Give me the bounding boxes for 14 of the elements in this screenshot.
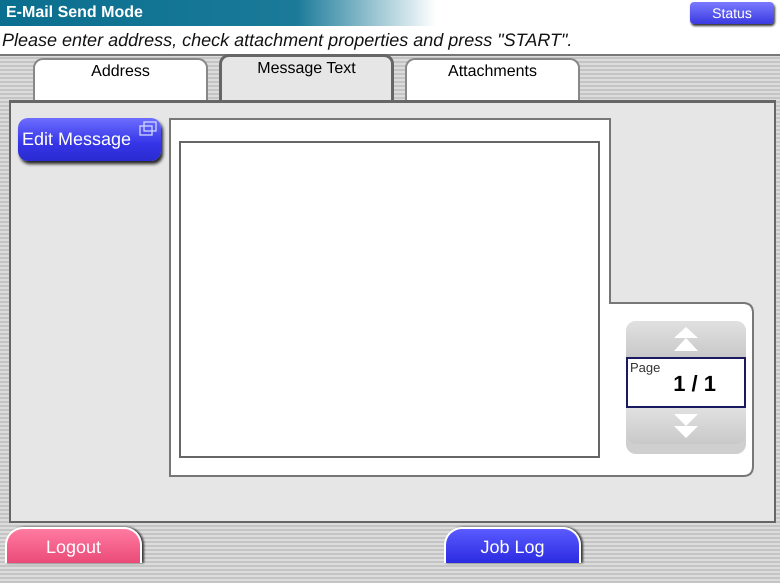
double-up-arrow-icon [673, 326, 699, 352]
double-down-arrow-icon [673, 413, 699, 439]
job-log-button[interactable]: Job Log [444, 527, 581, 563]
tab[interactable]: Attachments [405, 58, 580, 100]
tab[interactable]: Address [33, 58, 208, 100]
page-down-button[interactable] [626, 408, 746, 444]
page-label: Page [630, 360, 660, 375]
page-number: 1 / 1 [673, 371, 716, 397]
tab[interactable]: Message Text [219, 54, 394, 100]
windows-icon [139, 121, 157, 137]
window-title: E-Mail Send Mode [6, 4, 143, 22]
status-button[interactable]: Status [690, 2, 774, 24]
edit-message-button[interactable]: Edit Message [18, 118, 161, 161]
page-up-button[interactable] [626, 321, 746, 357]
